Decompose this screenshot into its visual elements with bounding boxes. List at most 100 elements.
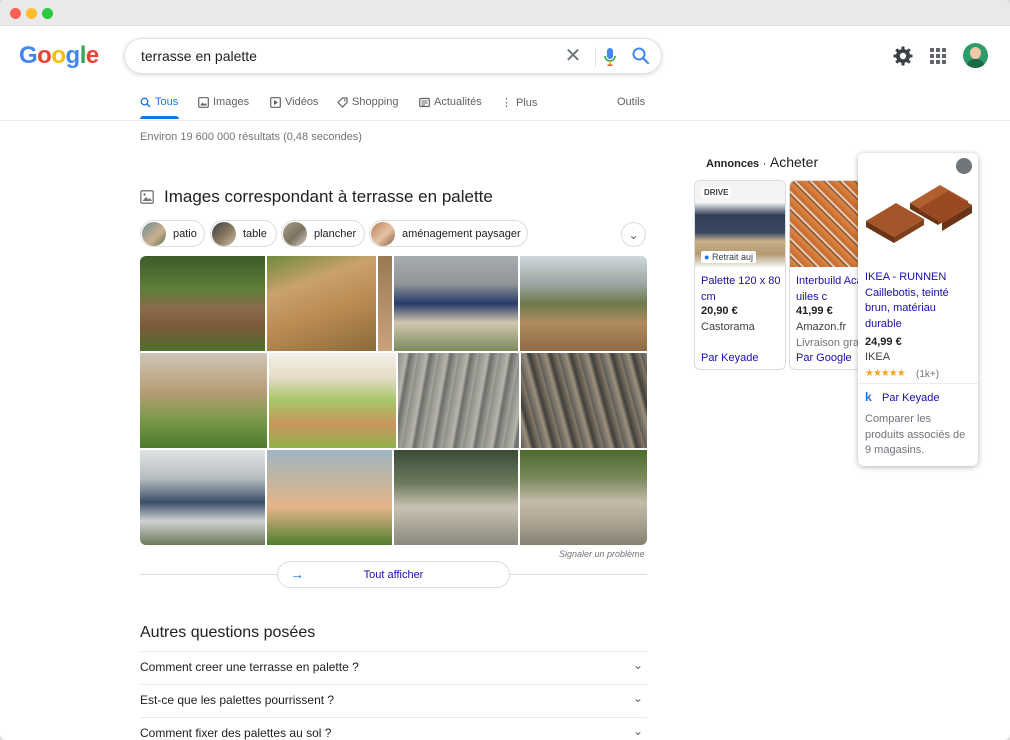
product-by-link[interactable]: Par Google xyxy=(796,352,852,364)
tab-label: Plus xyxy=(516,96,538,109)
image-result[interactable] xyxy=(269,353,396,448)
tab-label: Images xyxy=(213,96,250,108)
tab-shopping[interactable]: Shopping xyxy=(337,96,399,108)
more-vertical-icon: ⋮ xyxy=(501,97,512,109)
tools-button[interactable]: Outils xyxy=(617,96,645,108)
product-card[interactable]: DRIVE ● Retrait auj Palette 120 x 80 cm … xyxy=(694,180,786,370)
active-tab-indicator xyxy=(140,116,179,119)
product-seller: Castorama xyxy=(701,321,755,333)
product-title[interactable]: Palette 120 x 80 cm xyxy=(701,273,785,305)
tag-icon xyxy=(337,96,348,108)
product-title[interactable]: IKEA - RUNNEN Caillebotis, teinté brun, … xyxy=(865,270,975,332)
paa-question-text: Comment creer une terrasse en palette ? xyxy=(140,660,359,674)
image-result[interactable] xyxy=(267,450,392,545)
browser-window: Google terrasse en palette ✕ Tous Images… xyxy=(0,0,1010,740)
tabs-divider xyxy=(0,120,1010,121)
arrow-right-icon: → xyxy=(290,566,304,582)
image-result[interactable] xyxy=(267,256,376,351)
paa-question-text: Comment fixer des palettes au sol ? xyxy=(140,726,332,740)
maximize-window-button[interactable] xyxy=(42,8,53,19)
see-all-button[interactable]: → Tout afficher xyxy=(277,561,510,588)
pickup-badge: ● Retrait auj xyxy=(701,251,756,263)
chevron-down-icon: ⌄ xyxy=(632,691,643,705)
open-external-icon[interactable] xyxy=(956,158,972,174)
minimize-window-button[interactable] xyxy=(26,8,37,19)
product-delivery: Livraison gra xyxy=(796,337,859,349)
ads-label: Annonces xyxy=(706,158,760,170)
image-result[interactable] xyxy=(394,256,518,351)
paa-question[interactable]: Est-ce que les palettes pourrissent ? ⌄ xyxy=(140,684,647,717)
tab-images[interactable]: Images xyxy=(198,96,249,108)
images-section-title[interactable]: Images correspondant à terrasse en palet… xyxy=(140,187,493,207)
image-results-grid xyxy=(140,256,647,545)
chevron-down-icon: ⌄ xyxy=(632,658,643,672)
avatar-body xyxy=(966,59,985,68)
product-seller: IKEA xyxy=(865,351,891,363)
chip-thumbnail xyxy=(283,221,307,246)
avatar-face xyxy=(970,47,981,59)
account-avatar[interactable] xyxy=(963,43,988,68)
chip-patio[interactable]: patio xyxy=(140,220,205,247)
image-result[interactable] xyxy=(140,256,265,351)
image-result[interactable] xyxy=(140,450,265,545)
product-by-link[interactable]: Par Keyade xyxy=(882,392,939,404)
product-price: 24,99 € xyxy=(865,336,902,348)
chip-thumbnail xyxy=(212,221,236,246)
compare-stores-text[interactable]: Comparer les produits associés de 9 maga… xyxy=(865,412,973,459)
search-input[interactable]: terrasse en palette xyxy=(141,48,257,64)
image-icon xyxy=(198,96,209,108)
logo-letter: e xyxy=(85,42,99,69)
product-by-link[interactable]: Par Keyade xyxy=(701,352,758,364)
chip-amenagement-paysager[interactable]: aménagement paysager xyxy=(369,220,528,247)
drive-badge: DRIVE xyxy=(701,187,732,198)
product-seller: Amazon.fr xyxy=(796,321,847,333)
logo-letter: o xyxy=(37,42,52,69)
chip-label: aménagement paysager xyxy=(402,227,521,240)
ads-separator: · xyxy=(762,156,767,170)
close-window-button[interactable] xyxy=(10,8,21,19)
tab-label: Vidéos xyxy=(285,96,319,108)
tab-label: Shopping xyxy=(352,96,399,108)
chip-plancher[interactable]: plancher xyxy=(281,220,365,247)
image-result[interactable] xyxy=(521,353,647,448)
video-icon xyxy=(270,96,281,108)
image-result[interactable] xyxy=(378,256,392,351)
image-result[interactable] xyxy=(520,256,647,351)
image-result[interactable] xyxy=(520,450,647,545)
rating-count: (1k+) xyxy=(916,369,940,380)
clear-icon[interactable]: ✕ xyxy=(563,45,583,67)
microphone-icon[interactable] xyxy=(602,45,618,69)
chip-thumbnail xyxy=(371,221,395,246)
paa-question[interactable]: Comment creer une terrasse en palette ? … xyxy=(140,651,647,684)
chevron-down-icon[interactable]: ⌄ xyxy=(621,222,646,247)
google-logo[interactable]: Google xyxy=(19,42,99,70)
tab-label: Actualités xyxy=(434,96,482,108)
search-box[interactable]: terrasse en palette ✕ xyxy=(124,38,662,74)
search-icon[interactable] xyxy=(631,46,651,66)
tab-actualites[interactable]: Actualités xyxy=(419,96,482,108)
logo-letter: G xyxy=(19,42,38,69)
chip-label: patio xyxy=(173,227,197,240)
tab-tous[interactable]: Tous xyxy=(140,96,178,108)
tab-videos[interactable]: Vidéos xyxy=(270,96,318,108)
location-pin-icon: ● xyxy=(704,252,710,262)
rating-stars-icon: ★★★★★ xyxy=(865,368,906,379)
see-all-label: Tout afficher xyxy=(363,568,424,581)
image-result[interactable] xyxy=(394,450,518,545)
paa-question[interactable]: Comment fixer des palettes au sol ? ⌄ xyxy=(140,717,647,740)
product-card[interactable]: Interbuild Acacia uiles c 41,99 € Amazon… xyxy=(789,180,869,370)
ads-title: Acheter xyxy=(769,154,819,170)
chip-thumbnail xyxy=(142,221,166,246)
report-problem-link[interactable]: Signaler un problème xyxy=(559,549,645,559)
news-icon xyxy=(419,97,430,107)
featured-product-card[interactable]: IKEA - RUNNEN Caillebotis, teinté brun, … xyxy=(858,153,978,466)
tab-plus[interactable]: ⋮ Plus xyxy=(501,96,538,110)
card-divider xyxy=(858,383,978,384)
apps-grid-icon[interactable] xyxy=(930,48,946,64)
pickup-text: Retrait auj xyxy=(711,252,753,262)
image-result[interactable] xyxy=(398,353,519,448)
product-price: 41,99 € xyxy=(796,305,833,317)
settings-gear-icon[interactable] xyxy=(892,45,914,67)
image-result[interactable] xyxy=(140,353,267,448)
chip-table[interactable]: table xyxy=(210,220,277,247)
